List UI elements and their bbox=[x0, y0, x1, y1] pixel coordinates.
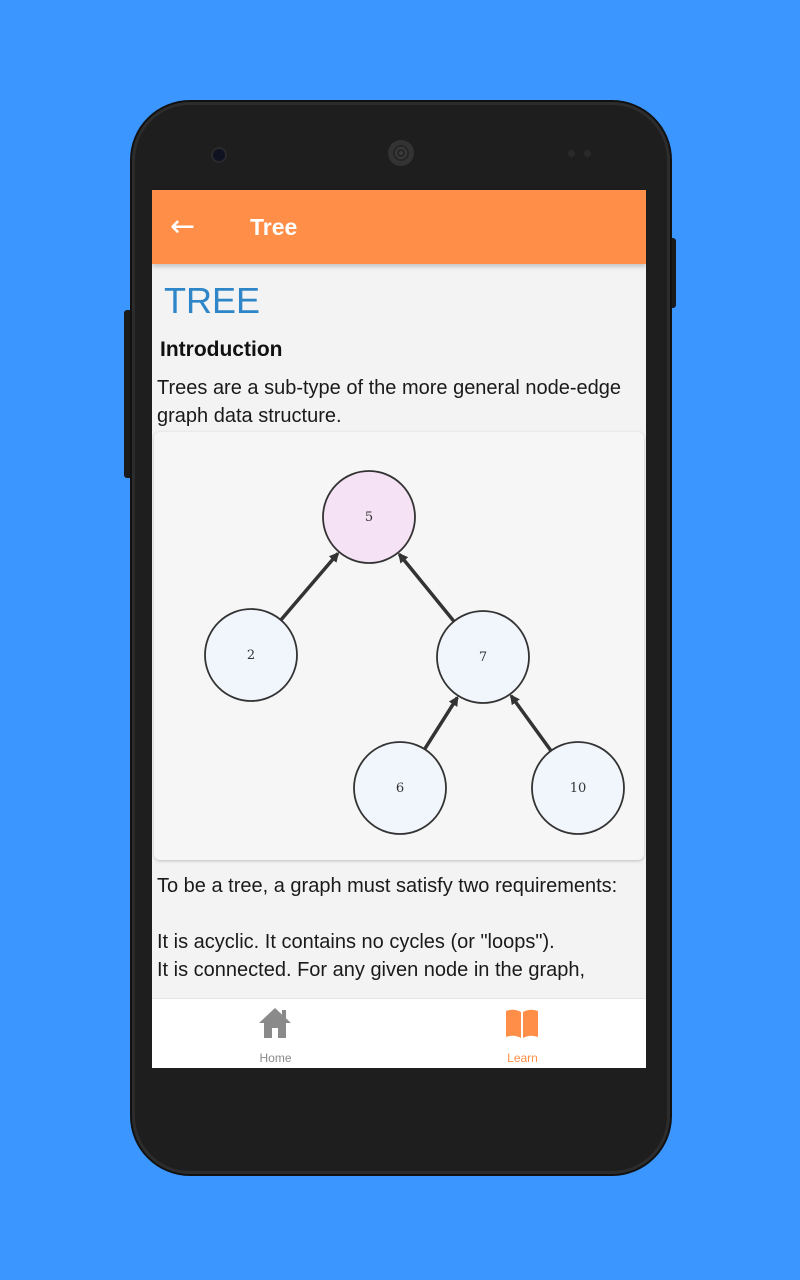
light-sensor bbox=[584, 150, 591, 157]
tree-node-6: 6 bbox=[353, 741, 447, 835]
requirements-text: To be a tree, a graph must satisfy two r… bbox=[157, 872, 645, 984]
app-screen: ← Tree TREE Introduction Trees are a sub… bbox=[152, 190, 646, 1068]
tree-node-label: 10 bbox=[570, 781, 587, 796]
app-bar-title: Tree bbox=[250, 214, 298, 240]
tree-node-2: 2 bbox=[204, 608, 298, 702]
nav-home-label: Home bbox=[259, 1051, 292, 1065]
tree-node-10: 10 bbox=[531, 741, 625, 835]
tree-edge-7-5 bbox=[397, 552, 456, 623]
proximity-sensor bbox=[568, 150, 575, 157]
tree-node-label: 7 bbox=[479, 650, 487, 665]
tree-edge-6-7 bbox=[423, 695, 459, 751]
tree-diagram: 5 2 7 6 10 bbox=[154, 432, 644, 860]
tree-node-label: 5 bbox=[365, 510, 373, 525]
nav-learn-label: Learn bbox=[507, 1051, 538, 1065]
home-icon bbox=[259, 1008, 291, 1038]
tree-node-label: 2 bbox=[247, 648, 255, 663]
nav-learn[interactable]: Learn bbox=[399, 999, 646, 1068]
lesson-content[interactable]: TREE Introduction Trees are a sub-type o… bbox=[152, 264, 646, 998]
tree-edge-2-5 bbox=[279, 551, 340, 622]
earpiece-speaker bbox=[388, 140, 414, 166]
book-open-icon bbox=[506, 1009, 538, 1038]
section-title: Introduction bbox=[160, 338, 283, 361]
tree-edge-10-7 bbox=[509, 694, 553, 752]
tree-node-5: 5 bbox=[322, 470, 416, 564]
tree-node-label: 6 bbox=[396, 781, 404, 796]
app-bar: ← Tree bbox=[152, 190, 646, 264]
requirement-connected: It is connected. For any given node in t… bbox=[157, 959, 586, 981]
back-button[interactable]: ← bbox=[170, 210, 206, 244]
requirements-intro: To be a tree, a graph must satisfy two r… bbox=[157, 875, 618, 897]
bottom-navigation: Home Learn bbox=[152, 998, 646, 1068]
tree-node-7: 7 bbox=[436, 610, 530, 704]
nav-home[interactable]: Home bbox=[152, 999, 399, 1068]
requirement-acyclic: It is acyclic. It contains no cycles (or… bbox=[157, 931, 555, 953]
arrow-left-icon: ← bbox=[170, 209, 196, 244]
tree-diagram-svg: 5 2 7 6 10 bbox=[204, 470, 625, 835]
intro-paragraph: Trees are a sub-type of the more general… bbox=[157, 377, 621, 427]
front-camera bbox=[213, 149, 225, 161]
page-title: TREE bbox=[164, 280, 261, 321]
